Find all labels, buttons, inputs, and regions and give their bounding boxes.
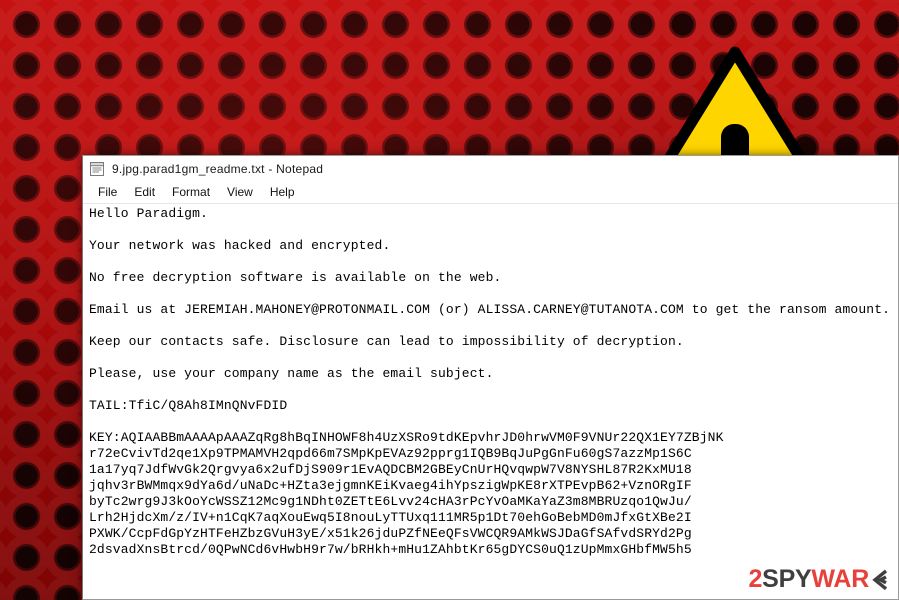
2spyware-logo: 2 SPY WAR — [748, 567, 887, 592]
notepad-icon — [89, 161, 105, 177]
notepad-menubar[interactable]: File Edit Format View Help — [83, 181, 898, 204]
notepad-text-area[interactable]: Hello Paradigm. Your network was hacked … — [83, 204, 898, 599]
menu-item-format[interactable]: Format — [164, 183, 219, 201]
logo-part-e-icon — [870, 568, 887, 592]
notepad-titlebar[interactable]: 9.jpg.parad1gm_readme.txt - Notepad — [83, 156, 898, 181]
menu-item-help[interactable]: Help — [262, 183, 304, 201]
ransom-note-text: Hello Paradigm. Your network was hacked … — [89, 206, 891, 557]
logo-part-spy: SPY — [762, 565, 812, 593]
notepad-window[interactable]: 9.jpg.parad1gm_readme.txt - Notepad File… — [82, 155, 899, 600]
screen: 9.jpg.parad1gm_readme.txt - Notepad File… — [0, 0, 899, 600]
notepad-title: 9.jpg.parad1gm_readme.txt - Notepad — [112, 161, 324, 176]
menu-item-file[interactable]: File — [90, 183, 126, 201]
logo-part-2: 2 — [748, 565, 763, 593]
menu-item-view[interactable]: View — [219, 183, 262, 201]
logo-part-war: WAR — [811, 565, 869, 593]
menu-item-edit[interactable]: Edit — [126, 183, 164, 201]
